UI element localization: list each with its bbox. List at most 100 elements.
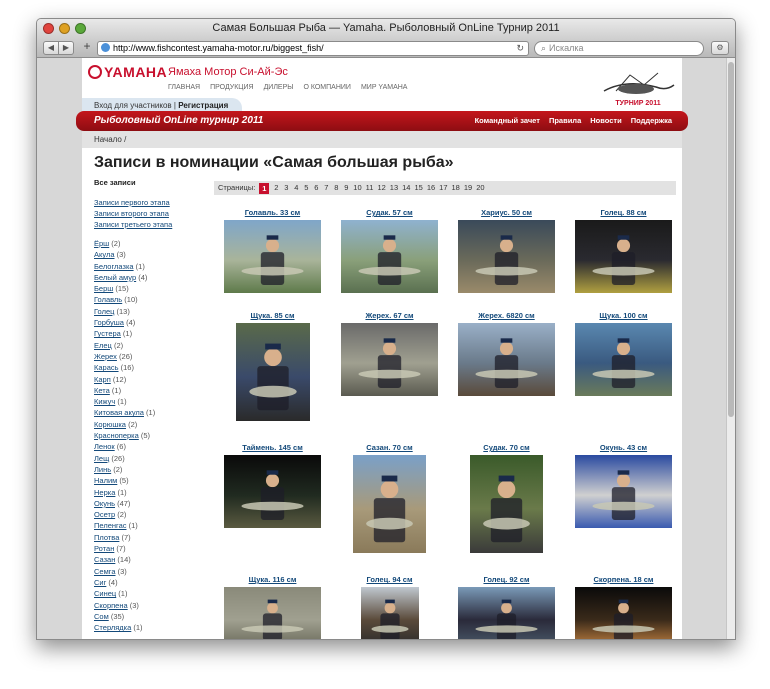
fish-photo[interactable] bbox=[458, 587, 555, 639]
fish-link[interactable]: Окунь bbox=[94, 499, 115, 508]
entry-caption-link[interactable]: Жерех. 6820 см bbox=[448, 311, 565, 320]
fish-link[interactable]: Плотва bbox=[94, 533, 119, 542]
fish-photo[interactable] bbox=[575, 323, 672, 396]
page-link[interactable]: 6 bbox=[313, 181, 319, 195]
page-link[interactable]: 9 bbox=[343, 181, 349, 195]
fish-photo[interactable] bbox=[341, 323, 438, 396]
page-link[interactable]: 17 bbox=[439, 181, 447, 195]
fish-photo[interactable] bbox=[224, 587, 321, 639]
fish-link[interactable]: Ротан bbox=[94, 544, 114, 553]
search-field[interactable]: ⌕ Искалка bbox=[534, 41, 704, 56]
fish-link[interactable]: Карась bbox=[94, 363, 119, 372]
entry-caption-link[interactable]: Окунь. 43 см bbox=[565, 443, 682, 452]
page-link[interactable]: 20 bbox=[476, 181, 484, 195]
page-link[interactable]: 15 bbox=[414, 181, 422, 195]
nav-news[interactable]: Новости bbox=[590, 116, 621, 125]
yamaha-logo[interactable]: YAMAHA bbox=[88, 64, 167, 80]
fish-link[interactable]: Налим bbox=[94, 476, 117, 485]
fish-link[interactable]: Кижуч bbox=[94, 397, 115, 406]
page-link[interactable]: 7 bbox=[323, 181, 329, 195]
fish-photo[interactable] bbox=[575, 587, 672, 639]
fish-link[interactable]: Белоглазка bbox=[94, 262, 134, 271]
fish-link[interactable]: Семга bbox=[94, 567, 116, 576]
settings-icon[interactable]: ⚙ bbox=[711, 41, 729, 55]
fish-photo[interactable] bbox=[235, 323, 310, 421]
all-entries-link[interactable]: Все записи bbox=[94, 178, 204, 187]
entry-caption-link[interactable]: Голец. 94 см bbox=[331, 575, 448, 584]
page-link[interactable]: 4 bbox=[293, 181, 299, 195]
page-link[interactable]: 5 bbox=[303, 181, 309, 195]
fish-link[interactable]: Китовая акула bbox=[94, 408, 144, 417]
page-link[interactable]: 12 bbox=[377, 181, 385, 195]
fish-link[interactable]: Белый амур bbox=[94, 273, 136, 282]
page-link[interactable]: 8 bbox=[333, 181, 339, 195]
page-link[interactable]: 10 bbox=[353, 181, 361, 195]
fish-link[interactable]: Карп bbox=[94, 375, 111, 384]
page-link[interactable]: 13 bbox=[390, 181, 398, 195]
page-link[interactable]: 11 bbox=[366, 181, 374, 195]
fish-photo[interactable] bbox=[341, 220, 438, 293]
fish-link[interactable]: Лещ bbox=[94, 454, 109, 463]
reload-icon[interactable]: ↻ bbox=[516, 42, 524, 55]
entry-caption-link[interactable]: Щука. 116 см bbox=[214, 575, 331, 584]
fish-link[interactable]: Сиг bbox=[94, 578, 106, 587]
entry-caption-link[interactable]: Судак. 70 см bbox=[448, 443, 565, 452]
entry-caption-link[interactable]: Голец. 88 см bbox=[565, 208, 682, 217]
fish-photo[interactable] bbox=[360, 587, 419, 639]
register-link[interactable]: Регистрация bbox=[178, 101, 228, 110]
fish-link[interactable]: Пеленгас bbox=[94, 521, 127, 530]
nav-team-standings[interactable]: Командный зачет bbox=[475, 116, 540, 125]
stage-3-link[interactable]: Записи третьего этапа bbox=[94, 219, 204, 230]
forward-icon[interactable]: ▶ bbox=[59, 41, 74, 55]
fish-photo[interactable] bbox=[224, 455, 321, 528]
fish-link[interactable]: Скорпена bbox=[94, 601, 128, 610]
fish-link[interactable]: Осетр bbox=[94, 510, 115, 519]
nav-products[interactable]: ПРОДУКЦИЯ bbox=[210, 84, 253, 91]
fish-link[interactable]: Сом bbox=[94, 612, 109, 621]
fish-link[interactable]: Нерка bbox=[94, 488, 115, 497]
entry-caption-link[interactable]: Голец. 92 см bbox=[448, 575, 565, 584]
fish-link[interactable]: Синец bbox=[94, 589, 116, 598]
fish-photo[interactable] bbox=[224, 220, 321, 293]
fish-link[interactable]: Голец bbox=[94, 307, 114, 316]
nav-dealers[interactable]: ДИЛЕРЫ bbox=[264, 84, 294, 91]
fish-link[interactable]: Ленок bbox=[94, 442, 115, 451]
scroll-thumb[interactable] bbox=[728, 62, 734, 417]
fish-link[interactable]: Жерех bbox=[94, 352, 117, 361]
add-bookmark-icon[interactable]: + bbox=[81, 40, 93, 53]
page-link[interactable]: 14 bbox=[402, 181, 410, 195]
entry-caption-link[interactable]: Судак. 57 см bbox=[331, 208, 448, 217]
entry-caption-link[interactable]: Щука. 85 см bbox=[214, 311, 331, 320]
page-link[interactable]: 19 bbox=[464, 181, 472, 195]
fish-photo[interactable] bbox=[575, 455, 672, 528]
page-link[interactable]: 3 bbox=[283, 181, 289, 195]
fish-link[interactable]: Акула bbox=[94, 250, 115, 259]
entry-caption-link[interactable]: Сазан. 70 см bbox=[331, 443, 448, 452]
breadcrumb[interactable]: Начало / bbox=[82, 131, 682, 148]
address-bar[interactable]: http://www.fishcontest.yamaha-motor.ru/b… bbox=[97, 41, 529, 56]
entry-caption-link[interactable]: Щука. 100 см bbox=[565, 311, 682, 320]
back-icon[interactable]: ◀ bbox=[43, 41, 59, 55]
fish-link[interactable]: Елец bbox=[94, 341, 112, 350]
fish-photo[interactable] bbox=[575, 220, 672, 293]
fish-link[interactable]: Сазан bbox=[94, 555, 115, 564]
fish-photo[interactable] bbox=[353, 455, 426, 553]
fish-link[interactable]: Густера bbox=[94, 329, 121, 338]
fish-link[interactable]: Берш bbox=[94, 284, 113, 293]
fish-link[interactable]: Горбуша bbox=[94, 318, 124, 327]
entry-caption-link[interactable]: Таймень. 145 см bbox=[214, 443, 331, 452]
page-link[interactable]: 2 bbox=[273, 181, 279, 195]
nav-support[interactable]: Поддержка bbox=[631, 116, 672, 125]
stage-2-link[interactable]: Записи второго этапа bbox=[94, 208, 204, 219]
login-link[interactable]: Вход для участников bbox=[94, 101, 172, 110]
nav-home[interactable]: ГЛАВНАЯ bbox=[168, 84, 200, 91]
fish-link[interactable]: Корюшка bbox=[94, 420, 126, 429]
fish-link[interactable]: Красноперка bbox=[94, 431, 139, 440]
fish-photo[interactable] bbox=[458, 323, 555, 396]
fish-link[interactable]: Голавль bbox=[94, 295, 122, 304]
entry-caption-link[interactable]: Скорпена. 18 см bbox=[565, 575, 682, 584]
stage-1-link[interactable]: Записи первого этапа bbox=[94, 197, 204, 208]
fish-photo[interactable] bbox=[458, 220, 555, 293]
entry-caption-link[interactable]: Жерех. 67 см bbox=[331, 311, 448, 320]
nav-about[interactable]: О КОМПАНИИ bbox=[303, 84, 350, 91]
